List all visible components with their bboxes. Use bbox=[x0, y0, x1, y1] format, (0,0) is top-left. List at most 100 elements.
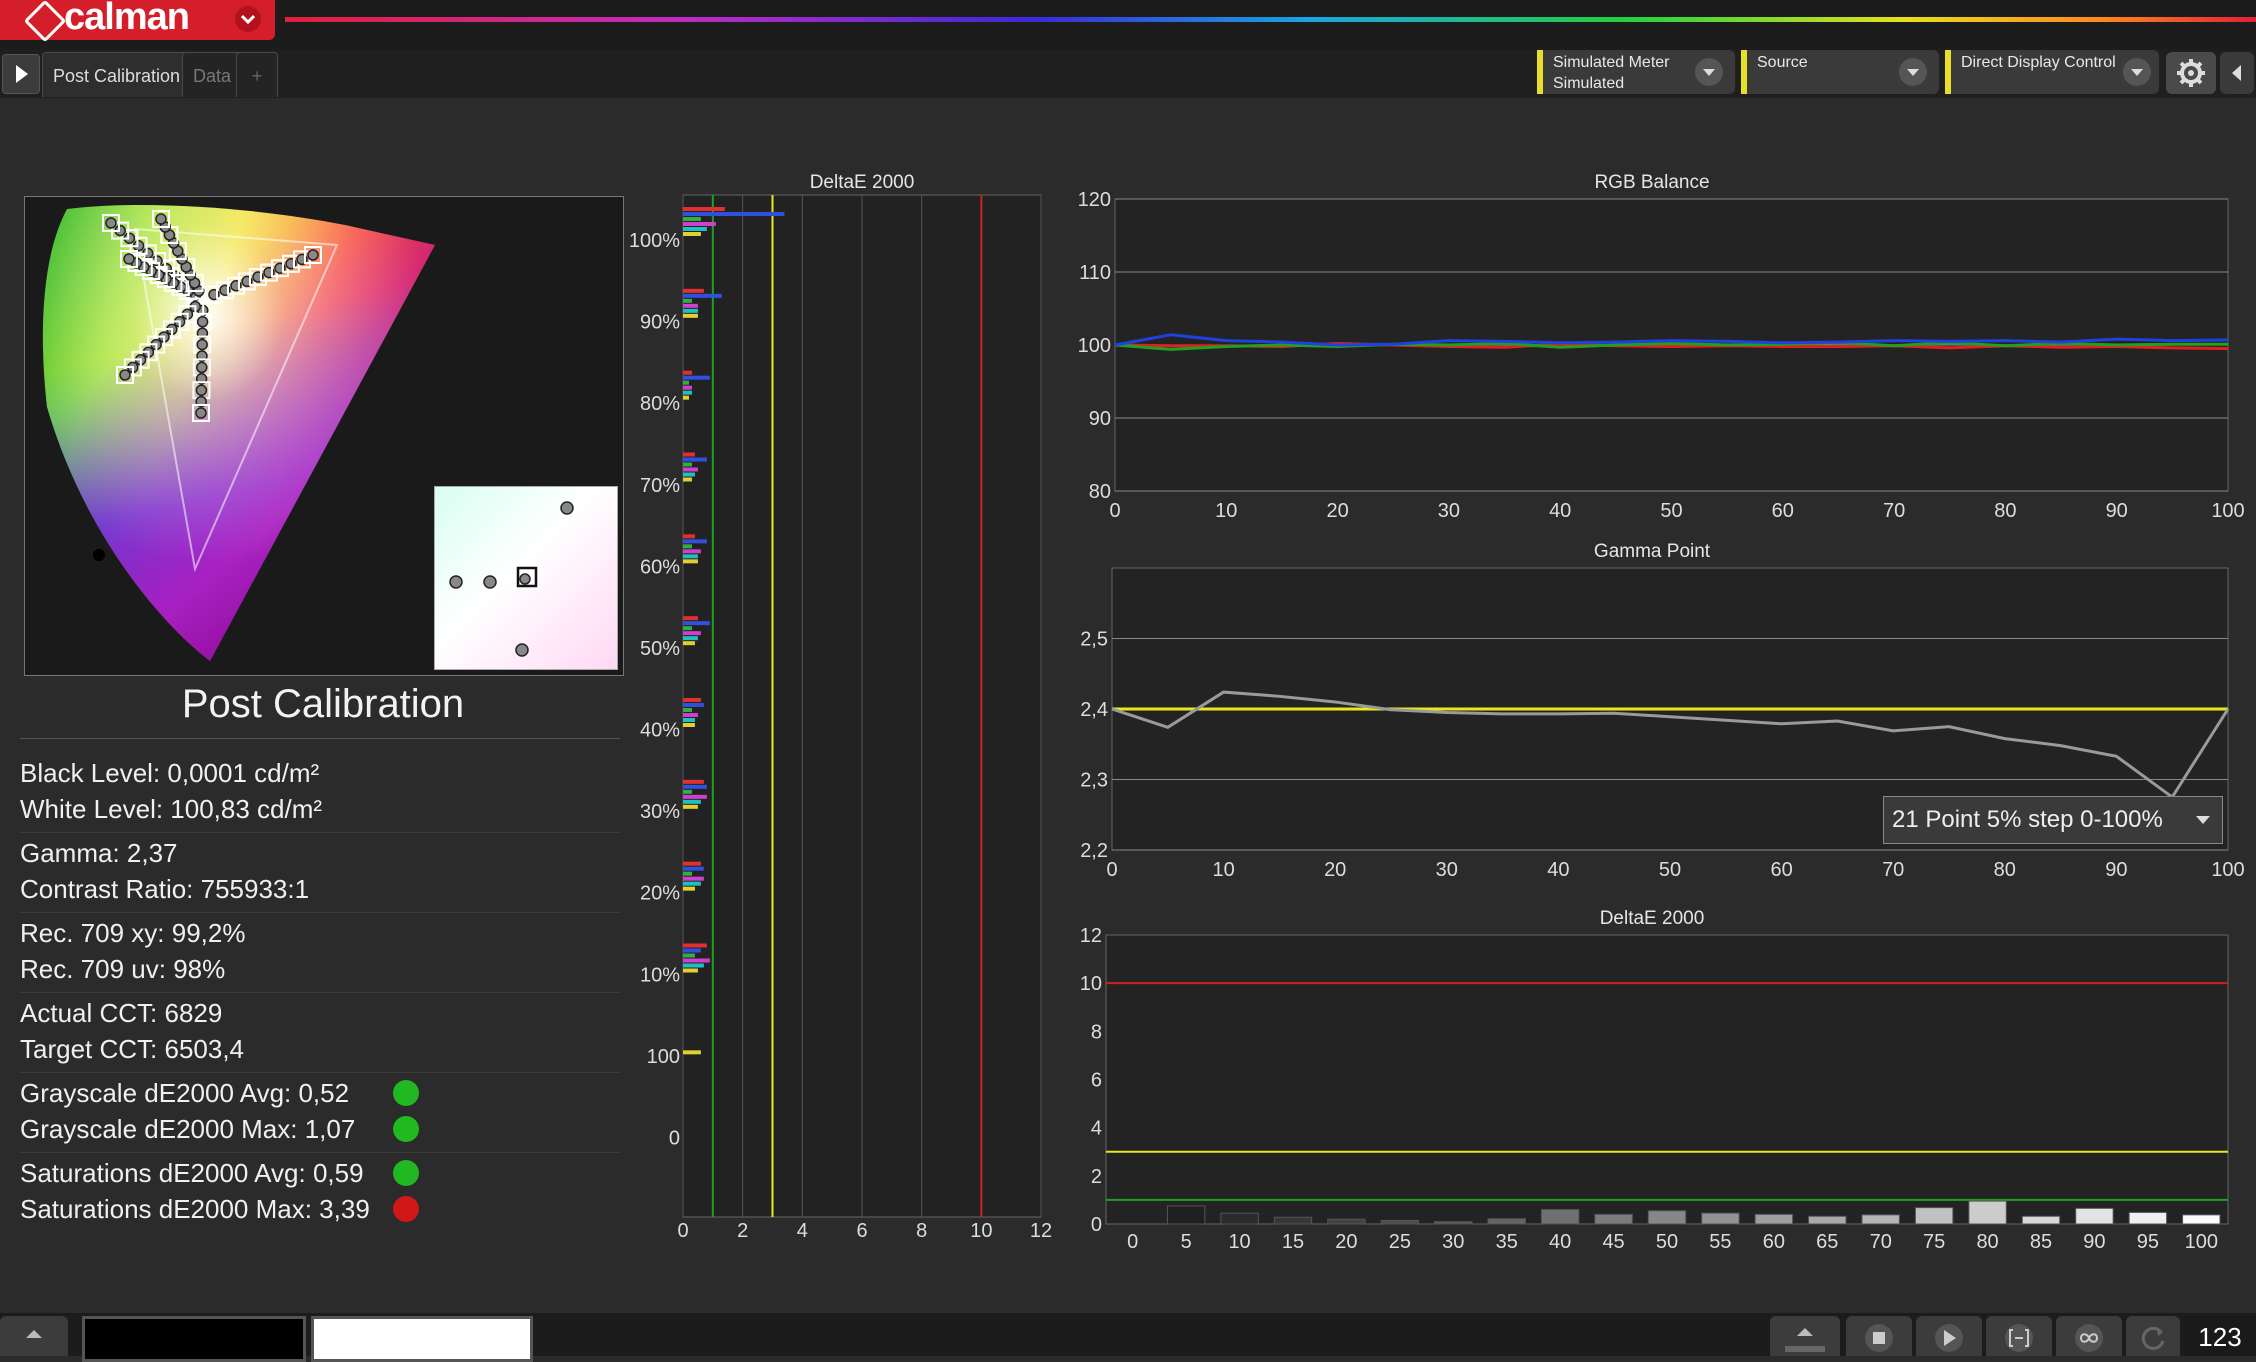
x-tick-label: 65 bbox=[1816, 1231, 1838, 1253]
x-tick-label: 20 bbox=[1324, 859, 1346, 881]
deltae-bar bbox=[2128, 1211, 2168, 1225]
y-tick-label: 4 bbox=[1091, 1118, 1102, 1140]
black-swatch[interactable] bbox=[82, 1316, 306, 1362]
x-tick-label: 100 bbox=[2185, 1231, 2218, 1253]
deltae-bar bbox=[683, 616, 698, 621]
x-tick-label: 15 bbox=[1282, 1231, 1304, 1253]
display-control-dropdown[interactable]: Direct Display Control bbox=[1945, 50, 2159, 94]
deltae-bar bbox=[683, 866, 704, 871]
stop-button[interactable] bbox=[1846, 1316, 1912, 1356]
x-tick-label: 60 bbox=[1772, 500, 1794, 522]
white-swatch[interactable] bbox=[311, 1316, 533, 1362]
deltae-bar bbox=[1914, 1207, 1954, 1225]
deltae-bar bbox=[683, 799, 701, 804]
x-tick-label: 0 bbox=[677, 1220, 688, 1242]
x-tick-label: 35 bbox=[1496, 1231, 1518, 1253]
status-indicator-green bbox=[393, 1160, 419, 1186]
x-tick-label: 55 bbox=[1709, 1231, 1731, 1253]
collapse-panel-button[interactable] bbox=[2220, 52, 2254, 94]
x-tick-label: 90 bbox=[2105, 859, 2127, 881]
deltae-bar bbox=[1647, 1210, 1687, 1225]
deltae-bar bbox=[683, 881, 701, 886]
infinity-icon bbox=[2075, 1324, 2103, 1352]
deltae-bar bbox=[683, 708, 692, 712]
deltae-bar bbox=[683, 227, 707, 231]
deltae-bar bbox=[683, 539, 707, 544]
deltae-bar bbox=[683, 784, 707, 789]
deltae-bar bbox=[683, 232, 701, 236]
deltae-bar bbox=[683, 876, 704, 881]
gamma-range-dropdown[interactable]: 21 Point 5% step 0-100% bbox=[1883, 796, 2223, 844]
x-tick-label: 4 bbox=[797, 1220, 808, 1242]
chevron-down-icon bbox=[2196, 816, 2210, 824]
expand-up-button[interactable] bbox=[1770, 1316, 1840, 1356]
deltae-bar bbox=[1220, 1212, 1259, 1225]
x-tick-label: 5 bbox=[1181, 1231, 1192, 1253]
spectrum-bar bbox=[285, 17, 2256, 22]
x-tick-label: 50 bbox=[1656, 1231, 1678, 1253]
continuous-button[interactable] bbox=[2056, 1316, 2122, 1356]
expand-up-button[interactable] bbox=[0, 1316, 68, 1356]
deltae-bar bbox=[1327, 1218, 1366, 1225]
status-indicator-green bbox=[393, 1116, 419, 1142]
y-tick-label: 100% bbox=[630, 230, 680, 252]
cie-measured-point bbox=[196, 361, 208, 374]
source-dropdown[interactable]: Source bbox=[1741, 50, 1939, 94]
deltae-bar bbox=[683, 804, 698, 809]
y-tick-label: 70% bbox=[640, 475, 680, 497]
play-button[interactable] bbox=[1916, 1316, 1982, 1356]
chevron-down-icon[interactable] bbox=[2123, 58, 2151, 86]
y-tick-label: 80 bbox=[1089, 481, 1111, 503]
deltae-bar bbox=[683, 871, 692, 876]
y-tick-label: 2,4 bbox=[1080, 699, 1108, 721]
deltae-bar bbox=[1540, 1209, 1580, 1225]
x-tick-label: 80 bbox=[1994, 859, 2016, 881]
black-point-marker bbox=[93, 549, 105, 561]
deltae-bar bbox=[683, 718, 695, 722]
x-tick-label: 25 bbox=[1389, 1231, 1411, 1253]
white-point-zoom bbox=[434, 486, 618, 670]
x-tick-label: 100 bbox=[2211, 859, 2244, 881]
x-tick-label: 70 bbox=[1883, 500, 1905, 522]
x-tick-label: 10 bbox=[1212, 859, 1234, 881]
x-tick-label: 95 bbox=[2137, 1231, 2159, 1253]
deltae-bar bbox=[683, 222, 716, 226]
deltae-bar bbox=[683, 452, 695, 457]
deltae-bar bbox=[683, 703, 704, 707]
tab-data[interactable]: Data bbox=[182, 52, 243, 97]
chevron-down-icon[interactable] bbox=[1695, 58, 1723, 86]
deltae-bar bbox=[683, 698, 701, 702]
deltae-bar bbox=[683, 544, 692, 549]
deltae-bar bbox=[683, 395, 689, 400]
x-tick-label: 80 bbox=[1976, 1231, 1998, 1253]
source-dropdown-title: Source bbox=[1757, 54, 1808, 71]
measure-button[interactable] bbox=[1986, 1316, 2052, 1356]
deltae-bar bbox=[683, 723, 695, 727]
deltae-bar bbox=[2021, 1215, 2061, 1225]
calman-logo-icon bbox=[23, 0, 67, 43]
deltae-bar bbox=[683, 207, 725, 211]
chevron-down-icon[interactable] bbox=[235, 6, 261, 32]
y-tick-label: 20% bbox=[640, 883, 680, 905]
deltae-bar bbox=[683, 288, 704, 293]
x-tick-label: 30 bbox=[1442, 1231, 1464, 1253]
display-dropdown-title: Direct Display Control bbox=[1961, 54, 2116, 71]
refresh-button[interactable] bbox=[2126, 1316, 2180, 1356]
gamma-range-value: 21 Point 5% step 0-100% bbox=[1892, 806, 2163, 833]
meter-dropdown-value: Simulated bbox=[1553, 75, 1625, 92]
stat-line: Actual CCT: 6829 bbox=[20, 998, 223, 1028]
deltae-bar bbox=[683, 953, 695, 958]
meter-dropdown[interactable]: Simulated Meter Simulated bbox=[1537, 50, 1735, 94]
x-tick-label: 20 bbox=[1326, 500, 1348, 522]
x-tick-label: 8 bbox=[916, 1220, 927, 1242]
deltae-bar bbox=[683, 968, 698, 973]
add-tab-button[interactable]: + bbox=[236, 52, 278, 97]
deltae-bar bbox=[1701, 1212, 1740, 1225]
app-logo-menu[interactable]: calman bbox=[0, 0, 275, 43]
tab-post-calibration[interactable]: Post Calibration bbox=[42, 52, 192, 97]
x-tick-label: 70 bbox=[1870, 1231, 1892, 1253]
divider bbox=[20, 992, 620, 993]
settings-button[interactable] bbox=[2166, 52, 2216, 94]
play-icon[interactable] bbox=[2, 54, 40, 94]
chevron-down-icon[interactable] bbox=[1899, 58, 1927, 86]
